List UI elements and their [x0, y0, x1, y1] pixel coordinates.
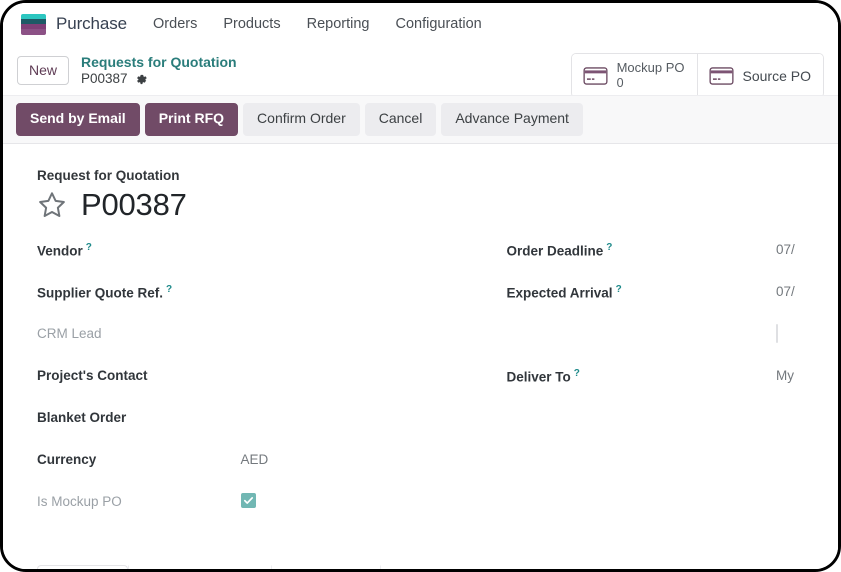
checkbox-unlabeled[interactable]	[776, 324, 778, 343]
field-value-currency[interactable]: AED	[241, 451, 409, 469]
help-icon[interactable]: ?	[616, 284, 622, 295]
help-icon[interactable]: ?	[86, 242, 92, 253]
field-label-currency: Currency	[37, 452, 97, 467]
form-column-left: Vendor? Supplier Quote Ref.? CRM Lead Pr…	[37, 241, 427, 535]
credit-card-icon	[583, 66, 608, 85]
cancel-button[interactable]: Cancel	[364, 103, 437, 136]
field-row-supplier-quote-ref: Supplier Quote Ref.?	[37, 283, 409, 303]
browser-window-frame: Purchase Orders Products Reporting Confi…	[0, 0, 841, 572]
field-row-expected-arrival: Expected Arrival? 07/	[507, 283, 817, 303]
print-rfq-button[interactable]: Print RFQ	[144, 103, 239, 136]
field-label-is-mockup-po: Is Mockup PO	[37, 494, 122, 509]
help-icon[interactable]: ?	[574, 368, 580, 379]
stat-button-mockup-po-label: Mockup PO	[616, 60, 685, 75]
field-row-projects-contact: Project's Contact	[37, 367, 409, 387]
help-icon[interactable]: ?	[166, 284, 172, 295]
help-icon[interactable]: ?	[606, 242, 612, 253]
field-row-order-deadline: Order Deadline? 07/	[507, 241, 817, 261]
nav-item-configuration[interactable]: Configuration	[395, 16, 481, 32]
stat-button-mockup-po-value: 0	[616, 75, 624, 90]
form-column-right: Order Deadline? 07/ Expected Arrival? 07…	[427, 241, 817, 535]
odoo-app-window: Purchase Orders Products Reporting Confi…	[3, 3, 838, 569]
field-label-supplier-quote-ref: Supplier Quote Ref.?	[37, 284, 173, 301]
stat-button-source-po-label: Source PO	[742, 67, 811, 84]
tab-alternatives[interactable]: Alternatives	[271, 565, 380, 569]
confirm-order-button[interactable]: Confirm Order	[243, 103, 360, 136]
tab-other-information[interactable]: Other Information	[128, 565, 271, 569]
field-row-currency: Currency AED	[37, 451, 409, 471]
control-panel-breadcrumb: New Requests for Quotation P00387 Mockup…	[3, 46, 838, 99]
field-label-crm-lead: CRM Lead	[37, 326, 102, 341]
stat-button-group: Mockup PO 0 Source PO	[570, 53, 824, 99]
stat-button-mockup-po[interactable]: Mockup PO 0	[571, 54, 697, 98]
field-row-vendor: Vendor?	[37, 241, 409, 261]
field-row-deliver-to: Deliver To? My	[507, 367, 817, 387]
odoo-logo-icon[interactable]	[21, 13, 46, 35]
field-label-vendor: Vendor?	[37, 242, 92, 259]
credit-card-icon	[708, 66, 734, 85]
advance-payment-button[interactable]: Advance Payment	[441, 103, 583, 136]
top-navbar: Purchase Orders Products Reporting Confi…	[3, 3, 838, 46]
field-row-crm-lead: CRM Lead	[37, 325, 409, 345]
field-value-expected-arrival[interactable]: 07/	[776, 283, 816, 301]
stat-button-source-po[interactable]: Source PO	[696, 54, 823, 98]
field-label-deliver-to: Deliver To?	[506, 368, 580, 385]
form-field-grid: Vendor? Supplier Quote Ref.? CRM Lead Pr…	[37, 241, 816, 535]
new-record-button[interactable]: New	[17, 56, 70, 85]
app-name-purchase[interactable]: Purchase	[56, 14, 127, 34]
breadcrumb-current-record: P00387	[81, 71, 128, 87]
record-form-sheet: Request for Quotation P00387 Vendor? Sup…	[3, 144, 838, 569]
send-by-email-button[interactable]: Send by Email	[16, 103, 140, 136]
checkbox-is-mockup-po[interactable]	[240, 493, 256, 508]
nav-item-orders[interactable]: Orders	[153, 16, 197, 32]
field-label-projects-contact: Project's Contact	[37, 368, 148, 383]
field-row-unlabeled-checkbox	[507, 324, 817, 345]
gear-icon[interactable]	[135, 73, 148, 86]
field-value-order-deadline[interactable]: 07/	[776, 241, 816, 259]
tab-account-payment[interactable]: Account Payment	[379, 565, 524, 569]
field-label-order-deadline: Order Deadline?	[506, 242, 613, 259]
breadcrumb: Requests for Quotation P00387	[81, 54, 237, 87]
nav-item-reporting[interactable]: Reporting	[307, 16, 370, 32]
field-row-is-mockup-po: Is Mockup PO	[37, 493, 409, 513]
action-button-bar: Send by Email Print RFQ Confirm Order Ca…	[3, 95, 838, 144]
tab-products[interactable]: Products	[37, 565, 129, 569]
form-subtitle: Request for Quotation	[37, 168, 180, 183]
page-title: P00387	[81, 187, 187, 222]
record-title-row: P00387	[37, 189, 816, 220]
notebook: Products Other Information Alternatives …	[3, 565, 838, 569]
nav-item-products[interactable]: Products	[223, 16, 280, 32]
notebook-tab-list: Products Other Information Alternatives …	[37, 565, 816, 569]
field-label-expected-arrival: Expected Arrival?	[506, 284, 622, 301]
field-value-deliver-to[interactable]: My	[776, 367, 816, 385]
field-label-blanket-order: Blanket Order	[37, 410, 127, 425]
star-icon[interactable]	[37, 190, 67, 220]
breadcrumb-parent-link[interactable]: Requests for Quotation	[81, 54, 237, 70]
field-row-blanket-order: Blanket Order	[37, 409, 409, 429]
